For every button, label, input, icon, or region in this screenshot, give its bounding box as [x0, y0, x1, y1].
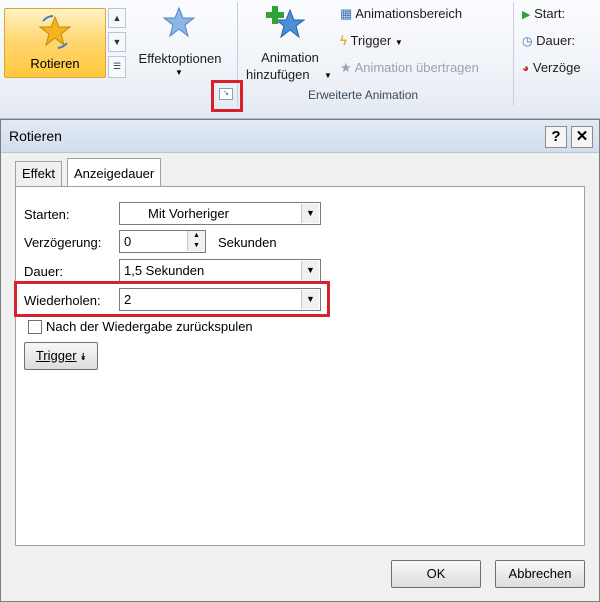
- ribbon: Rotieren ▲ ▼ ☰ Effektoptionen ▼ Animatio…: [0, 0, 600, 119]
- start-label: Start:: [534, 6, 566, 21]
- zurueckspulen-checkbox[interactable]: [28, 320, 42, 334]
- wiederholen-value: 2: [124, 292, 132, 307]
- gallery-scroll-up-button[interactable]: ▲: [108, 8, 126, 28]
- wiederholen-label: Wiederholen:: [24, 293, 101, 308]
- chevron-down-icon[interactable]: ▼: [301, 261, 319, 280]
- verzoegerung-spinner[interactable]: 0 ▲ ▼: [119, 230, 206, 253]
- trigger-button[interactable]: Trigger ⯯: [24, 342, 98, 370]
- starten-select[interactable]: Mit Vorheriger ▼: [119, 202, 321, 225]
- rotate-star-icon: [38, 15, 72, 49]
- lightning-icon: ϟ: [340, 33, 347, 48]
- wiederholen-select[interactable]: 2 ▼: [119, 288, 321, 311]
- chevron-down-icon: ▼: [175, 68, 183, 77]
- delay-clock-icon: ◕: [522, 61, 530, 75]
- animation-painter-icon: ★: [340, 60, 352, 75]
- rotieren-label: Rotieren: [30, 56, 80, 71]
- animation-uebertragen-button[interactable]: ★ Animation übertragen: [340, 60, 479, 80]
- animation-uebertragen-label: Animation übertragen: [354, 60, 479, 75]
- help-button[interactable]: ?: [545, 126, 567, 148]
- effektoptionen-button[interactable]: Effektoptionen ▼: [130, 4, 230, 84]
- dauer-value: 1,5 Sekunden: [124, 263, 205, 278]
- add-animation-icon: [266, 6, 306, 39]
- double-chevron-down-icon: ⯯: [80, 352, 87, 363]
- verzoegerung-label: Verzögerung:: [24, 235, 102, 250]
- rotieren-dialog: Rotieren ? ✕ Effekt Anzeigedauer Starten…: [0, 119, 600, 602]
- animation-pane-icon: ▦: [340, 6, 353, 21]
- dauer-label: Dauer:: [24, 264, 64, 279]
- trigger-button-label: Trigger: [35, 348, 77, 363]
- tab-effekt[interactable]: Effekt: [15, 161, 63, 186]
- group-separator: [513, 2, 514, 106]
- animationsbereich-button[interactable]: ▦ Animationsbereich: [340, 6, 462, 26]
- starten-value: Mit Vorheriger: [148, 206, 229, 221]
- verzoegerung-ribbon-label: Verzöge: [532, 60, 581, 75]
- spin-up-icon[interactable]: ▲: [187, 231, 205, 241]
- animationsbereich-label: Animationsbereich: [355, 6, 463, 21]
- gallery-scroll-down-button[interactable]: ▼: [108, 32, 126, 52]
- dauer-ribbon-label: Dauer:: [536, 33, 576, 48]
- ok-button[interactable]: OK: [391, 560, 481, 588]
- close-button[interactable]: ✕: [571, 126, 593, 148]
- starten-label: Starten:: [24, 207, 70, 222]
- gallery-more-button[interactable]: ☰: [108, 56, 126, 78]
- chevron-down-icon: ▼: [324, 71, 332, 80]
- spin-down-icon[interactable]: ▼: [187, 241, 205, 251]
- trigger-ribbon-button[interactable]: ϟ Trigger ▼: [340, 33, 403, 53]
- tab-anzeigedauer[interactable]: Anzeigedauer: [67, 158, 162, 186]
- anzeigedauer-panel: Starten: Mit Vorheriger ▼ Verzögerung: 0…: [14, 186, 585, 546]
- dialog-title: Rotieren: [9, 128, 62, 144]
- verzoegerung-unit: Sekunden: [218, 235, 277, 250]
- dialog-titlebar[interactable]: Rotieren ? ✕: [1, 120, 599, 153]
- dialog-launcher-button[interactable]: ↘: [219, 88, 233, 100]
- animation-hinzufuegen-button[interactable]: Animation hinzufügen ▼: [244, 4, 336, 84]
- chevron-down-icon: ▼: [394, 38, 403, 47]
- verzoegerung-value: 0: [124, 234, 132, 249]
- clock-icon: ◷: [522, 34, 533, 48]
- group-label: Erweiterte Animation: [308, 88, 419, 102]
- chevron-down-icon[interactable]: ▼: [301, 204, 319, 223]
- rotieren-animation-button[interactable]: Rotieren: [4, 8, 106, 78]
- animation-hinzufuegen-label-line2: hinzufügen: [246, 67, 310, 82]
- play-icon: ▶: [522, 9, 531, 21]
- effektoptionen-label: Effektoptionen: [138, 51, 222, 66]
- effect-star-icon: [162, 6, 196, 38]
- trigger-ribbon-label: Trigger: [350, 33, 392, 48]
- animation-hinzufuegen-label-line1: Animation: [261, 50, 319, 65]
- verzoegerung-control[interactable]: ◕ Verzöge: [522, 60, 581, 75]
- start-control[interactable]: ▶ Start:: [522, 6, 565, 21]
- chevron-down-icon[interactable]: ▼: [301, 290, 319, 309]
- zurueckspulen-label: Nach der Wiedergabe zurückspulen: [46, 319, 253, 334]
- abbrechen-button[interactable]: Abbrechen: [495, 560, 585, 588]
- dauer-select[interactable]: 1,5 Sekunden ▼: [119, 259, 321, 282]
- dauer-control[interactable]: ◷ Dauer:: [522, 33, 575, 48]
